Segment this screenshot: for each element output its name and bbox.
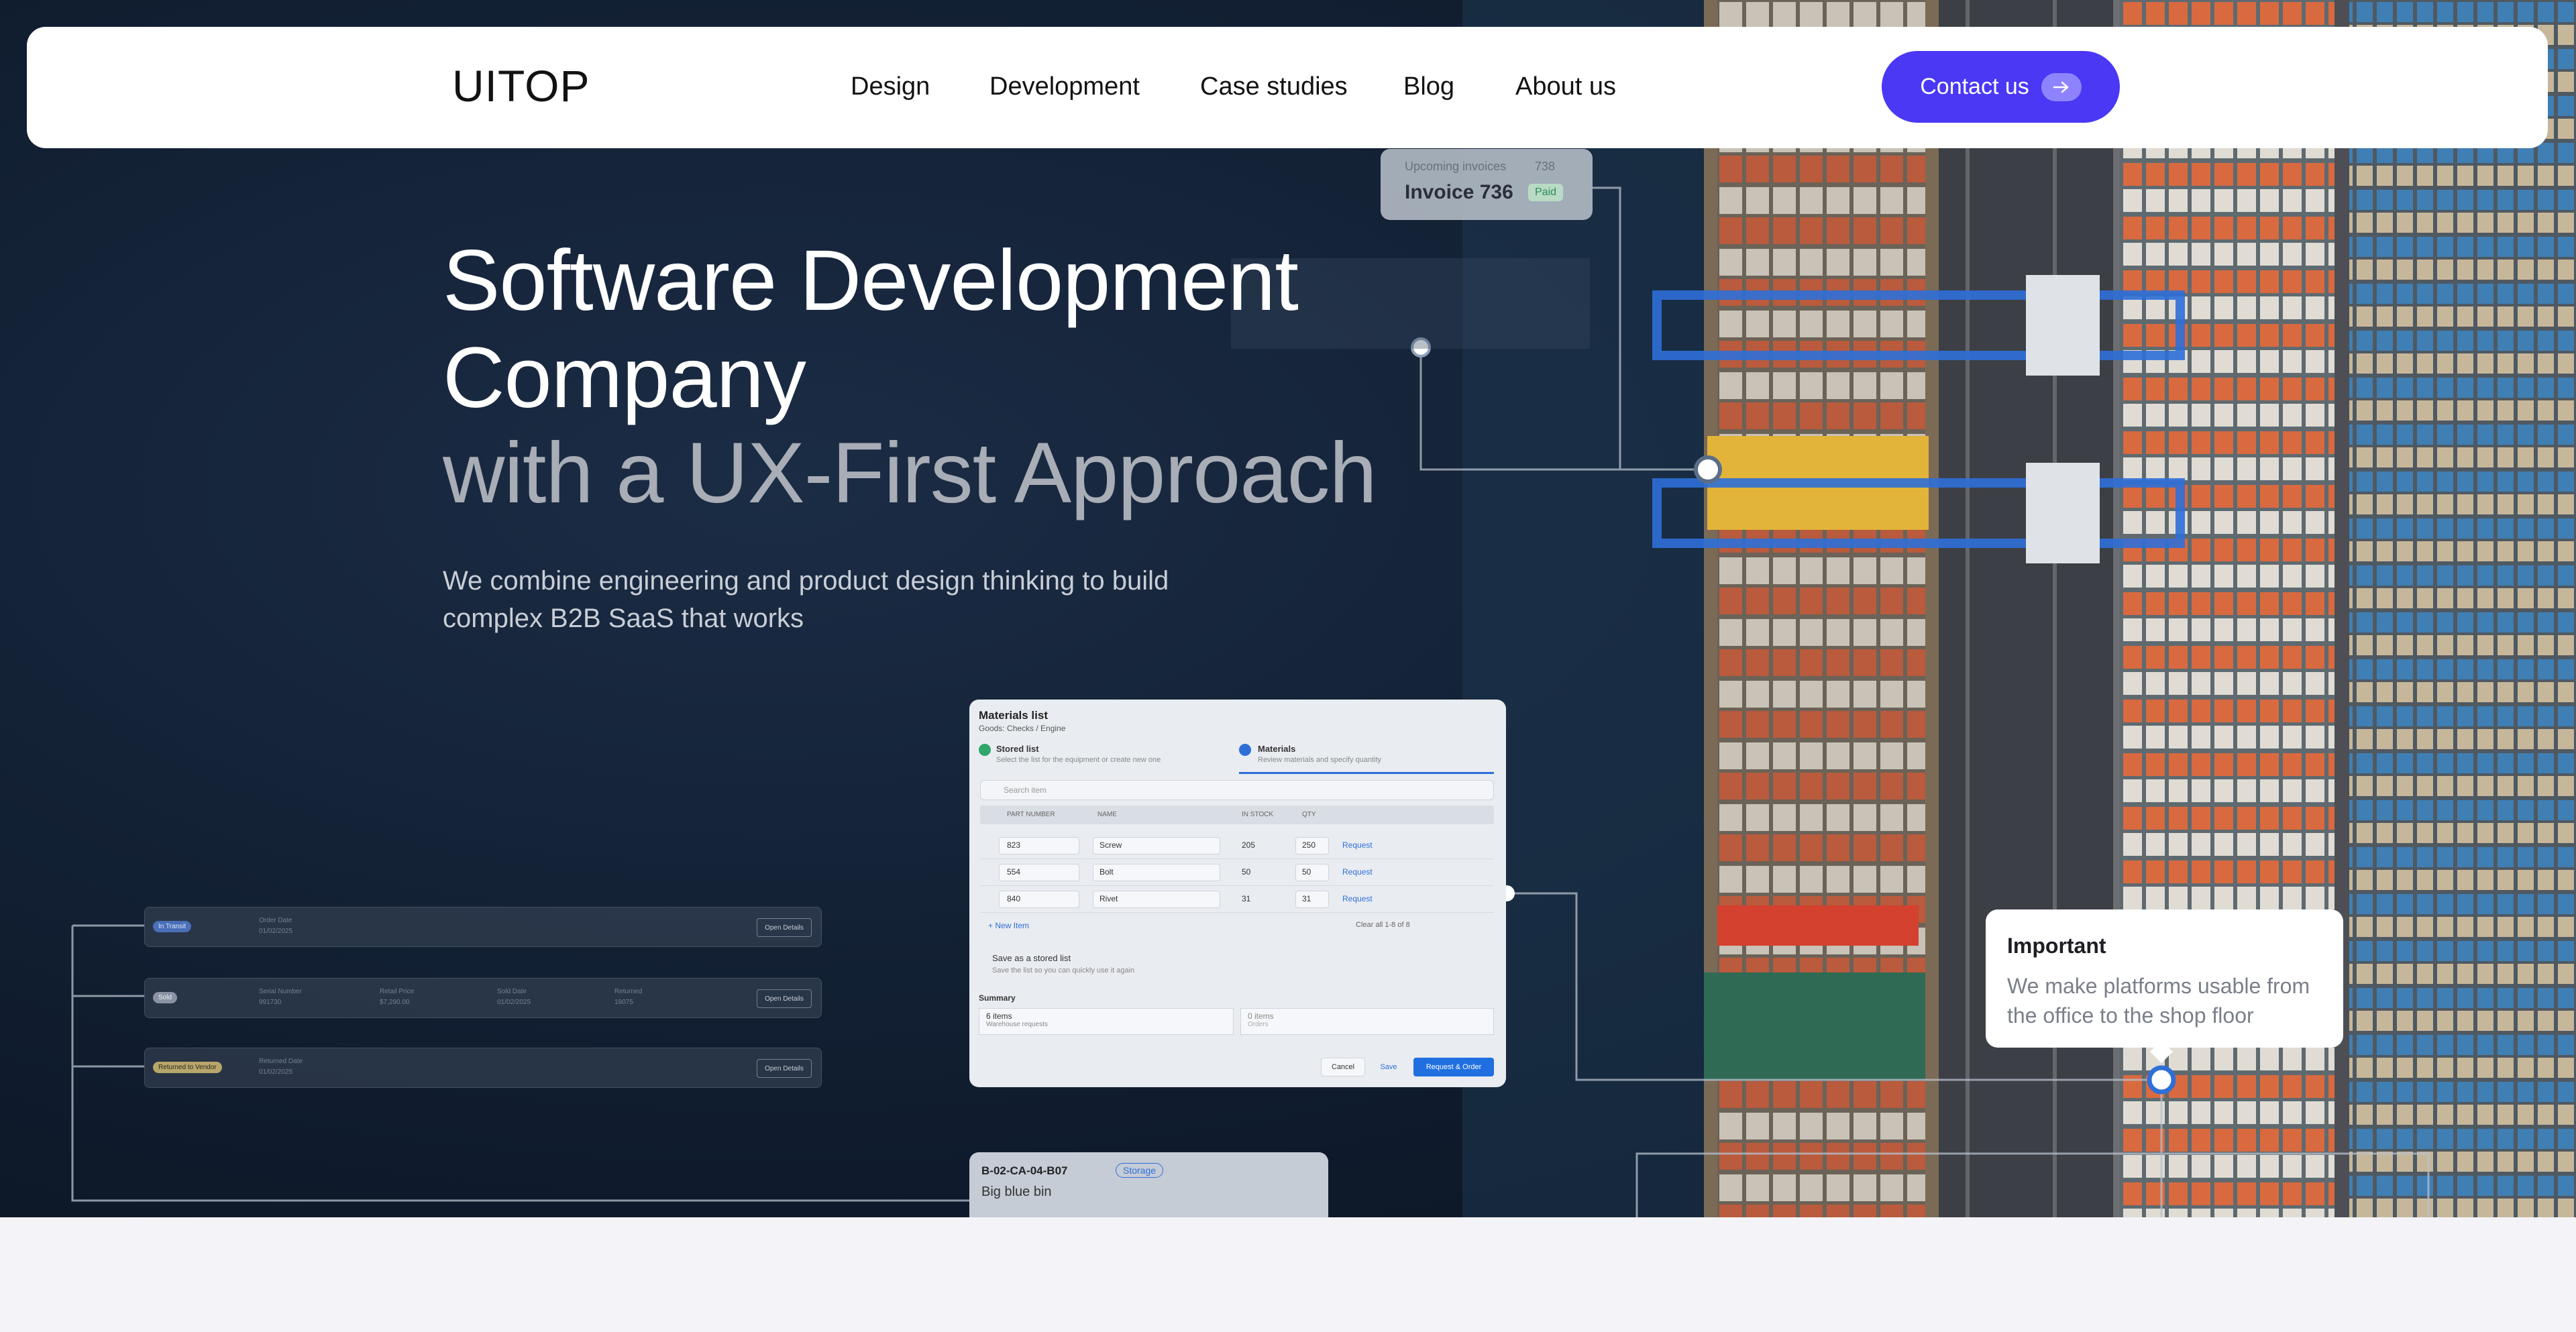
hero-subtitle-line2: complex B2B SaaS that works [443,604,804,633]
column-header: QTY [1302,811,1316,818]
ghost-row: Sold Serial Number 991730 Retail Price $… [144,978,822,1018]
in-stock: 50 [1242,867,1251,877]
part-number: 554 [1007,867,1021,877]
row-value: 991730 [259,999,282,1006]
nav-development[interactable]: Development [989,72,1140,101]
row-label: Serial Number [259,988,302,995]
storage-code: B-02-CA-04-B07 [981,1164,1068,1177]
qty-value: 31 [1302,894,1311,903]
row-value: 19075 [614,999,633,1006]
nav-blog[interactable]: Blog [1403,72,1454,101]
orders-count: 0 items [1248,1011,1274,1021]
cancel-button[interactable]: Cancel [1321,1058,1365,1076]
step-stored-list[interactable]: Stored list [996,744,1039,754]
in-stock: 205 [1242,840,1256,850]
invoice-title: Invoice 736 [1405,181,1513,203]
summary-orders: 0 items Orders [1240,1008,1494,1035]
status-badge: Returned to Vendor [153,1062,222,1073]
table-row: 823 Screw 205 250 Request [980,834,1494,859]
qty-value: 250 [1302,840,1316,850]
hero-section: Upcoming invoices 738 Invoice 736 Paid S… [0,0,2576,1217]
summary-label: Summary [979,993,1016,1003]
row-label: Order Date [259,917,292,924]
qty-value: 50 [1302,867,1311,877]
ghost-row: Returned to Vendor Returned Date 01/02/2… [144,1048,822,1088]
items-count: 6 items [986,1011,1012,1021]
nav-design[interactable]: Design [851,72,930,101]
row-label: Sold Date [497,988,527,995]
step-desc: Select the list for the equipment or cre… [996,756,1161,764]
save-as-stored-list-checkbox[interactable]: Save as a stored list [992,953,1071,963]
column-header: IN STOCK [1242,811,1274,818]
search-input[interactable]: Search item [980,780,1494,800]
arrow-right-icon [2041,72,2082,101]
hero-title-line2: Company [443,330,806,426]
open-details-button[interactable]: Open Details [757,918,812,937]
row-label: Retail Price [380,988,415,995]
open-details-button[interactable]: Open Details [757,1059,812,1078]
table-header: PART NUMBER NAME IN STOCK QTY [980,806,1494,824]
storage-card: B-02-CA-04-B07 Storage Big blue bin [969,1152,1328,1217]
contact-label: Contact us [1920,74,2029,99]
request-order-button[interactable]: Request & Order [1413,1058,1494,1076]
hero-title-line1: Software Development [443,233,1299,329]
item-name: Rivet [1099,894,1118,903]
materials-subtitle: Goods: Checks / Engine [979,724,1066,733]
row-label: Returned [614,988,643,995]
in-stock: 31 [1242,894,1251,903]
table-row: 840 Rivet 31 31 Request [980,887,1494,913]
item-name: Screw [1099,840,1122,850]
status-badge: Sold [153,992,178,1003]
hero-subtitle-line1: We combine engineering and product desig… [443,566,1169,596]
save-button[interactable]: Save [1371,1058,1407,1076]
step-desc: Review materials and specify quantity [1258,756,1382,764]
status-badge: In Transit [153,921,192,932]
row-value: 01/02/2025 [497,999,531,1006]
storage-name: Big blue bin [981,1184,1052,1199]
nav-case-studies[interactable]: Case studies [1200,72,1348,101]
step-materials[interactable]: Materials [1258,744,1295,754]
item-name: Bolt [1099,867,1114,877]
row-label: Returned Date [259,1058,303,1065]
important-tooltip: Important We make platforms usable from … [1986,909,2343,1048]
row-value: 01/02/2025 [259,928,293,935]
pagination[interactable]: Clear all 1-8 of 8 [1356,921,1410,929]
page-background-band [0,1217,2576,1332]
check-icon [979,744,991,756]
save-list-desc: Save the list so you can quickly use it … [992,966,1135,975]
qty-input[interactable] [1295,864,1329,881]
summary-items: 6 items Warehouse requests [979,1008,1234,1035]
request-link[interactable]: Request [1342,840,1373,850]
column-header: PART NUMBER [1007,811,1055,818]
contact-us-button[interactable]: Contact us [1882,51,2120,123]
hero-title-line3: with a UX-First Approach [443,425,1377,521]
materials-title: Materials list [979,709,1048,722]
table-row: 554 Bolt 50 50 Request [980,861,1494,886]
column-header: NAME [1097,811,1117,818]
new-item-link[interactable]: + New Item [988,921,1029,930]
request-link[interactable]: Request [1342,894,1373,903]
part-number: 823 [1007,840,1021,850]
invoice-count: 738 [1535,160,1556,173]
invoice-card: Upcoming invoices 738 Invoice 736 Paid [1381,149,1593,220]
open-details-button[interactable]: Open Details [757,989,812,1008]
active-step-underline [1239,772,1494,774]
invoice-label: Upcoming invoices [1405,160,1507,173]
tooltip-text: We make platforms usable from the office… [2007,974,2310,1028]
tooltip-title: Important [2007,934,2106,958]
orders-sub: Orders [1248,1021,1269,1028]
storage-tag: Storage [1116,1163,1164,1178]
step-number-icon [1239,744,1251,756]
request-link[interactable]: Request [1342,867,1373,877]
invoice-status-badge: Paid [1528,184,1564,201]
ghost-row: In Transit Order Date 01/02/2025 Open De… [144,907,822,947]
part-number: 840 [1007,894,1021,903]
qty-input[interactable] [1295,891,1329,908]
nav-about-us[interactable]: About us [1515,72,1616,101]
row-value: $7,290.00 [380,999,410,1006]
row-value: 01/02/2025 [259,1068,293,1076]
items-sub: Warehouse requests [986,1021,1048,1028]
logo[interactable]: UITOP [452,60,590,111]
materials-list-card: Materials list Goods: Checks / Engine St… [969,700,1506,1087]
